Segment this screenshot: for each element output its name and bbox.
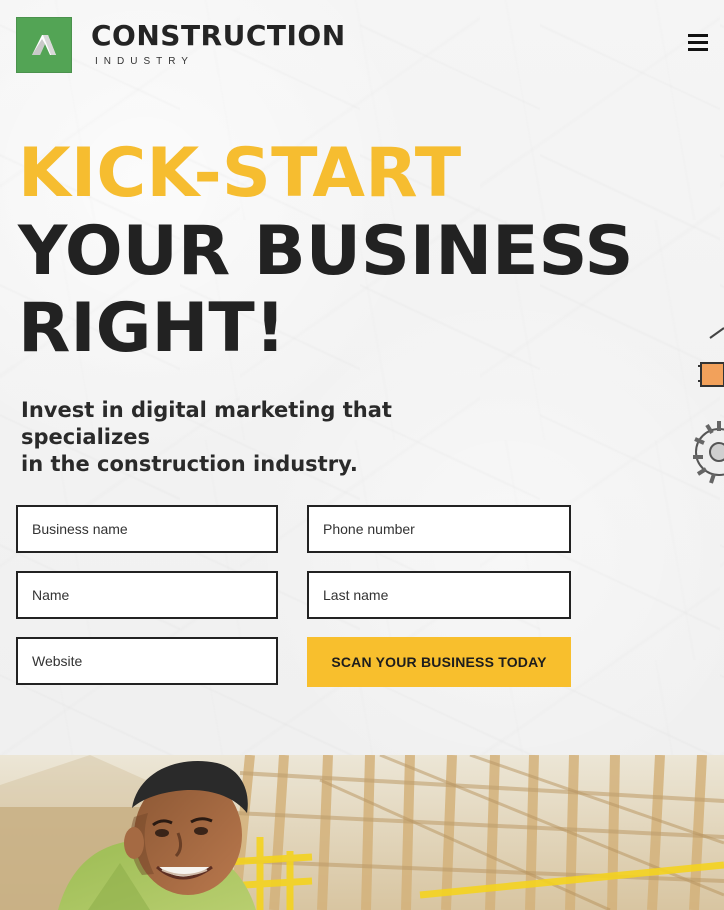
menu-line-icon xyxy=(688,41,708,44)
website-input[interactable] xyxy=(18,639,276,683)
site-header: CONSTRUCTION INDUSTRY xyxy=(0,0,724,92)
hero-description-line-1: Invest in digital marketing that special… xyxy=(21,398,392,449)
construction-worker-banner xyxy=(0,755,724,910)
hero-title-line-3: RIGHT! xyxy=(18,289,286,368)
brand-subtitle: INDUSTRY xyxy=(95,56,194,67)
phone-number-field[interactable] xyxy=(307,505,571,553)
last-name-input[interactable] xyxy=(309,573,569,617)
brand-title[interactable]: CONSTRUCTION xyxy=(91,19,346,52)
business-name-field[interactable] xyxy=(16,505,278,553)
hero-description: Invest in digital marketing that special… xyxy=(21,397,521,478)
hero-description-line-2: in the construction industry. xyxy=(21,452,358,476)
phone-number-input[interactable] xyxy=(309,507,569,551)
last-name-field[interactable] xyxy=(307,571,571,619)
menu-line-icon xyxy=(688,34,708,37)
business-name-input[interactable] xyxy=(18,507,276,551)
name-input[interactable] xyxy=(18,573,276,617)
landing-page: CONSTRUCTION INDUSTRY KICK-START YOUR BU… xyxy=(0,0,724,910)
smiling-worker-image xyxy=(0,755,724,910)
website-field[interactable] xyxy=(16,637,278,685)
construction-art-icon xyxy=(693,327,724,484)
building-logo-icon[interactable] xyxy=(16,17,72,73)
scan-business-button[interactable]: SCAN YOUR BUSINESS TODAY xyxy=(307,637,571,687)
logo-symbol-icon xyxy=(32,35,56,55)
menu-line-icon xyxy=(688,48,708,51)
hamburger-menu-icon[interactable] xyxy=(688,34,708,51)
name-field[interactable] xyxy=(16,571,278,619)
construction-gear-icon xyxy=(680,318,724,508)
hero-highlight-title: KICK-START xyxy=(18,134,462,213)
hero-title-line-2: YOUR BUSINESS xyxy=(18,212,634,291)
